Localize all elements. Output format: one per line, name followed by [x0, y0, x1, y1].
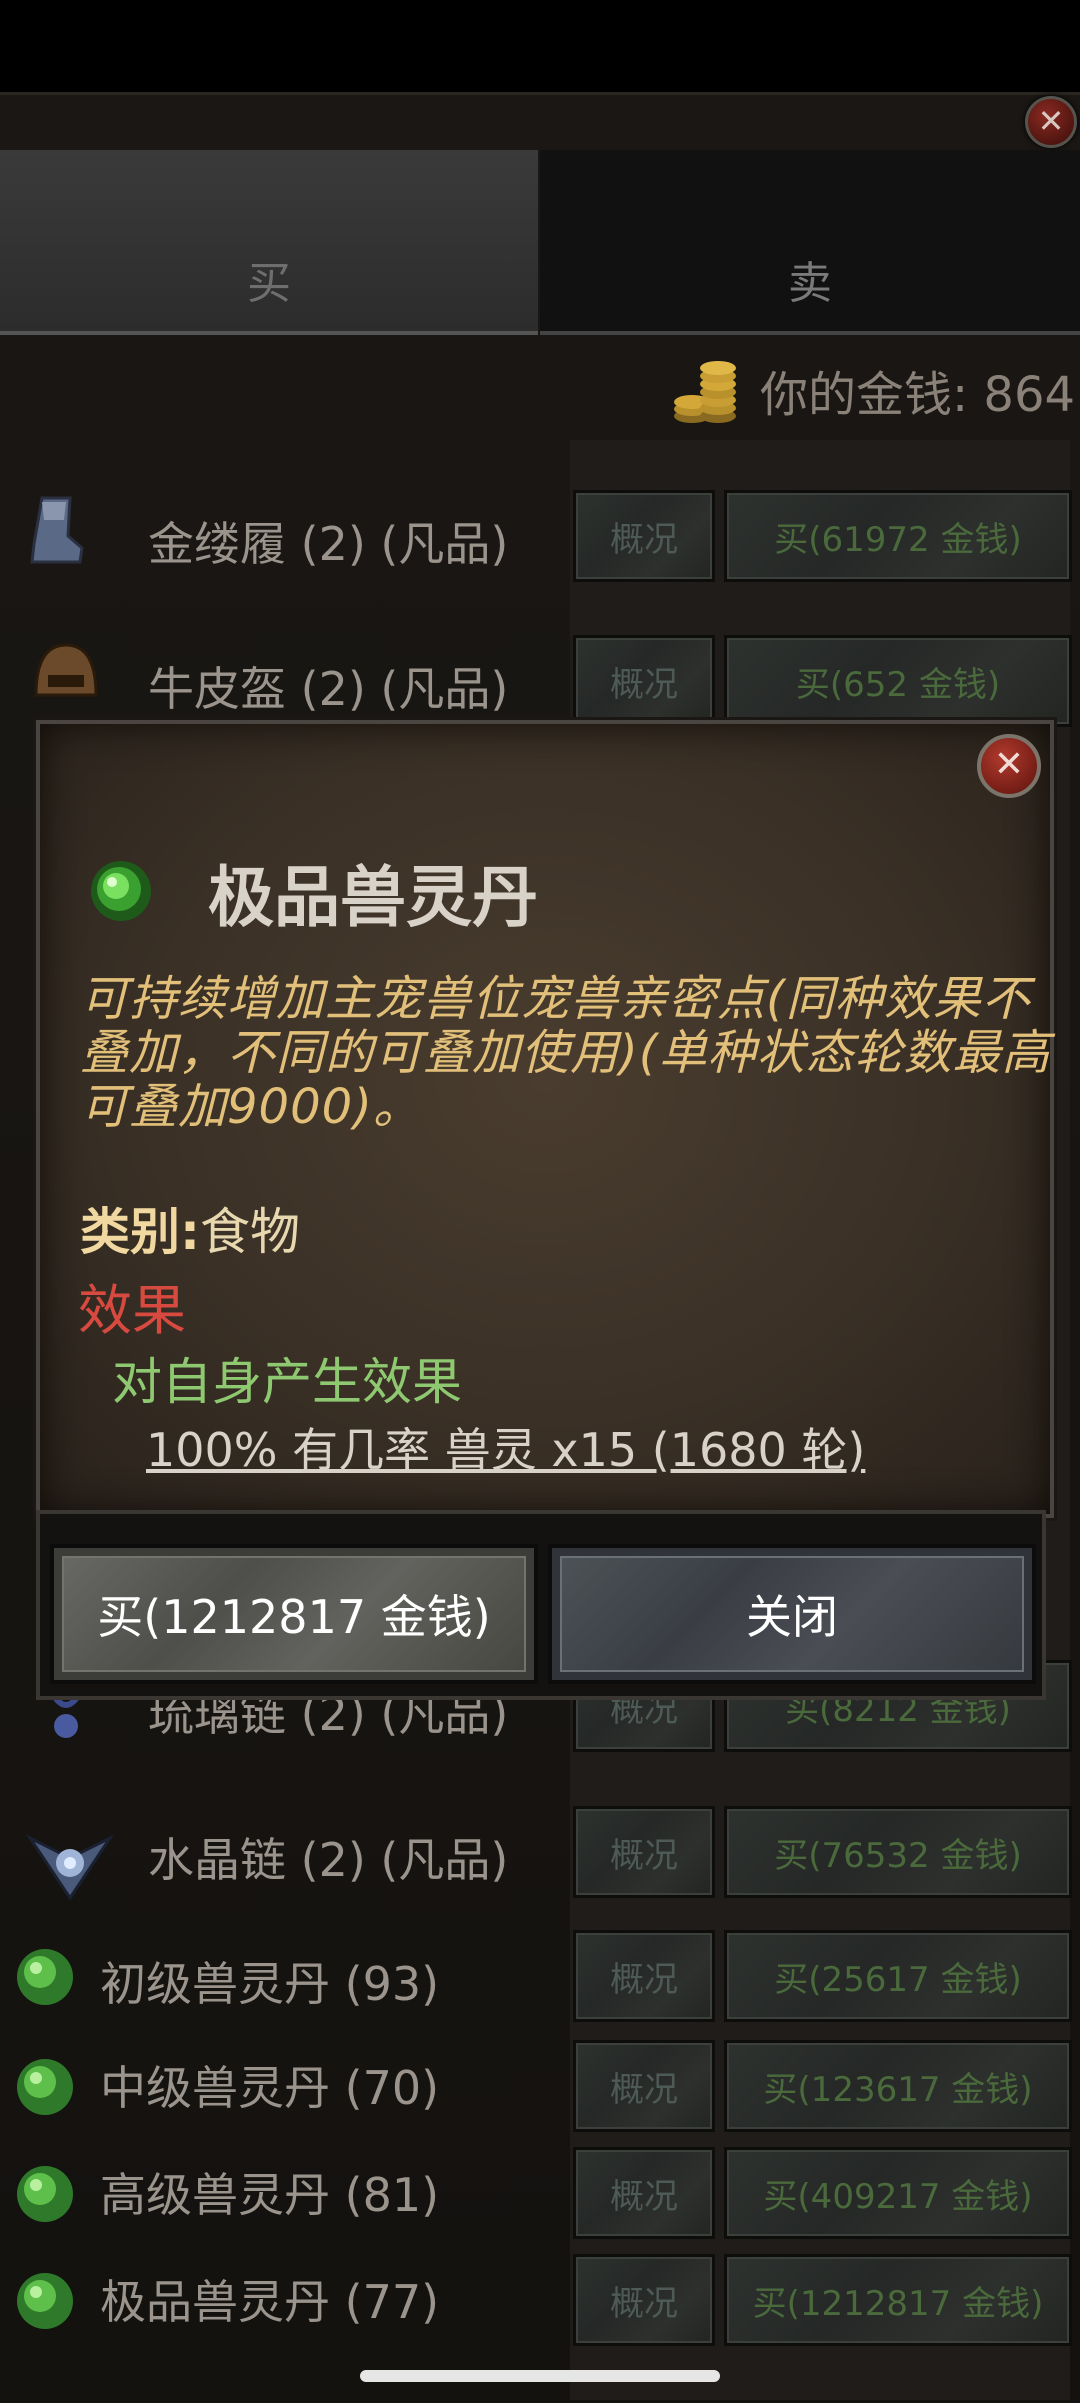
tab-sell[interactable]: 卖 [540, 150, 1080, 335]
list-item: 高级兽灵丹 (81) 概况 买(409217 金钱) [0, 2147, 1080, 2247]
green-pill-icon [17, 1949, 73, 2005]
money-display: 你的金钱: 864 [670, 350, 1075, 430]
info-button[interactable]: 概况 [573, 2254, 715, 2346]
item-name: 金缕履 (2) (凡品) [148, 517, 509, 571]
green-pill-icon [17, 2166, 73, 2222]
dialog-parchment: ✕ 极品兽灵丹 可持续增加主宠兽位宠兽亲密点(同种效果不叠加，不同的可叠加使用)… [36, 720, 1054, 1518]
helmet-icon [34, 643, 98, 697]
buy-button[interactable]: 买(76532 金钱) [724, 1806, 1072, 1898]
item-name: 中级兽灵丹 (70) [100, 2061, 440, 2115]
item-description: 可持续增加主宠兽位宠兽亲密点(同种效果不叠加，不同的可叠加使用)(单种状态轮数最… [80, 971, 1051, 1135]
effect-detail: 100% 有几率 兽灵 x15 (1680 轮) [146, 1423, 866, 1477]
green-pill-icon [17, 2273, 73, 2329]
item-detail-dialog: ✕ 极品兽灵丹 可持续增加主宠兽位宠兽亲密点(同种效果不叠加，不同的可叠加使用)… [36, 720, 1054, 1700]
dialog-button-bar: 买(1212817 金钱) 关闭 [36, 1510, 1046, 1700]
buy-button[interactable]: 买(25617 金钱) [724, 1930, 1072, 2022]
info-button[interactable]: 概况 [573, 2147, 715, 2239]
effect-target: 对自身产生效果 [112, 1353, 462, 1411]
item-name: 水晶链 (2) (凡品) [148, 1833, 509, 1887]
dialog-close-button[interactable]: 关闭 [548, 1544, 1036, 1684]
list-item: 中级兽灵丹 (70) 概况 买(123617 金钱) [0, 2040, 1080, 2140]
buy-button[interactable]: 买(1212817 金钱) [724, 2254, 1072, 2346]
dialog-buy-button[interactable]: 买(1212817 金钱) [50, 1544, 538, 1684]
buy-button[interactable]: 买(652 金钱) [724, 635, 1072, 727]
info-button[interactable]: 概况 [573, 2040, 715, 2132]
info-button[interactable]: 概况 [573, 1930, 715, 2022]
buy-button[interactable]: 买(123617 金钱) [724, 2040, 1072, 2132]
dialog-title: 极品兽灵丹 [208, 859, 538, 936]
home-indicator[interactable] [360, 2370, 720, 2382]
list-item: 金缕履 (2) (凡品) 概况 买(61972 金钱) [0, 490, 1080, 590]
item-category: 类别:食物 [80, 1192, 300, 1264]
crystal-necklace-icon [25, 1834, 115, 1901]
info-button[interactable]: 概况 [573, 635, 715, 727]
list-item: 水晶链 (2) (凡品) 概况 买(76532 金钱) [0, 1806, 1080, 1906]
close-dialog-icon[interactable]: ✕ [977, 734, 1041, 798]
info-button[interactable]: 概况 [573, 1806, 715, 1898]
green-pill-icon [91, 861, 151, 921]
status-bar [0, 0, 1080, 92]
info-button[interactable]: 概况 [573, 490, 715, 582]
item-name: 牛皮盔 (2) (凡品) [148, 662, 509, 716]
close-shop-icon[interactable]: ✕ [1025, 96, 1077, 148]
gold-coins-icon [674, 361, 736, 423]
category-value: 食物 [200, 1203, 300, 1261]
list-item: 极品兽灵丹 (77) 概况 买(1212817 金钱) [0, 2254, 1080, 2354]
green-pill-icon [17, 2059, 73, 2115]
money-label: 你的金钱: 864 [760, 367, 1076, 423]
buy-button[interactable]: 买(409217 金钱) [724, 2147, 1072, 2239]
item-name: 初级兽灵丹 (93) [100, 1957, 440, 2011]
buy-button[interactable]: 买(61972 金钱) [724, 490, 1072, 582]
category-label: 类别: [80, 1203, 200, 1261]
item-name: 极品兽灵丹 (77) [100, 2275, 440, 2329]
tab-buy[interactable]: 买 [0, 150, 538, 335]
item-name: 高级兽灵丹 (81) [100, 2168, 440, 2222]
effect-heading: 效果 [78, 1279, 186, 1342]
boots-icon [30, 496, 84, 564]
list-item: 初级兽灵丹 (93) 概况 买(25617 金钱) [0, 1930, 1080, 2030]
